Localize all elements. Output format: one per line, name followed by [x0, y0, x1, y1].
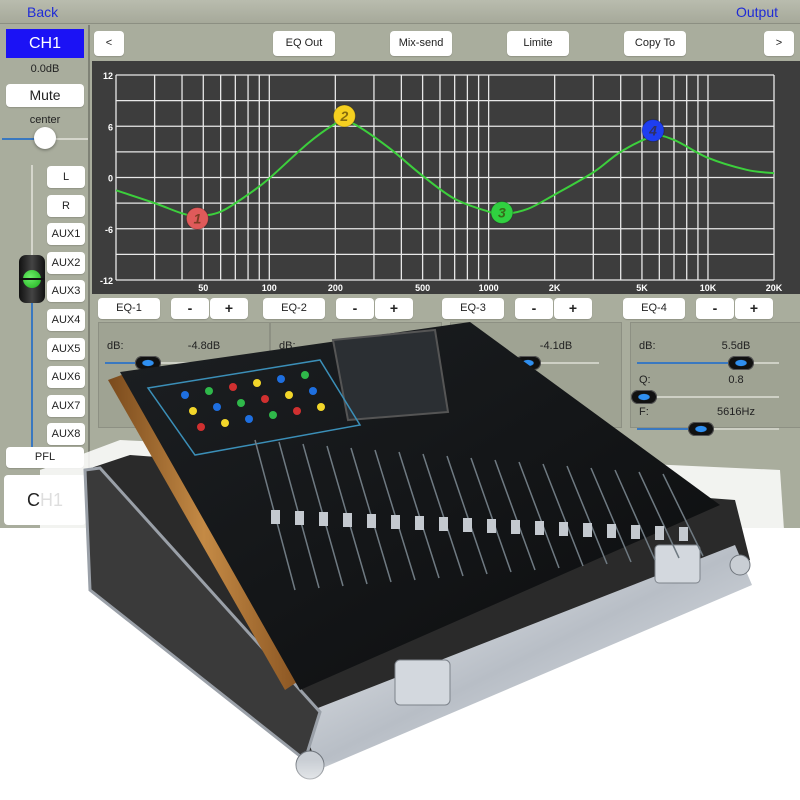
console-fader-cap: [679, 527, 688, 541]
case-corner: [729, 554, 751, 576]
console-knob: [205, 387, 213, 395]
console-knob: [253, 379, 261, 387]
console-knob: [245, 415, 253, 423]
console-knob: [181, 391, 189, 399]
photo-fade: [0, 760, 800, 800]
console-fader-cap: [415, 516, 424, 530]
console-fader-cap: [631, 525, 640, 539]
console-knob: [229, 383, 237, 391]
latch-left: [394, 659, 451, 706]
console-knob: [293, 407, 301, 415]
console-knob: [213, 403, 221, 411]
console-fader-cap: [655, 526, 664, 540]
console-fader-cap: [439, 517, 448, 531]
console-knob: [277, 375, 285, 383]
console-knob: [261, 395, 269, 403]
console-fader-cap: [295, 511, 304, 525]
console-fader-cap: [271, 510, 280, 524]
console-knob: [269, 411, 277, 419]
console-knob: [197, 423, 205, 431]
latch-right: [654, 544, 701, 584]
mixer-photo: [0, 322, 800, 800]
console-knob: [285, 391, 293, 399]
console-fader-cap: [559, 522, 568, 536]
console-knob: [221, 419, 229, 427]
console-fader-cap: [463, 518, 472, 532]
console-knob: [317, 403, 325, 411]
console-knob: [309, 387, 317, 395]
console-fader-cap: [367, 514, 376, 528]
console-fader-cap: [343, 513, 352, 527]
console-fader-cap: [319, 512, 328, 526]
console-touchscreen: [331, 328, 450, 422]
console-knob: [301, 371, 309, 379]
console-knob: [189, 407, 197, 415]
console-fader-cap: [487, 519, 496, 533]
console-fader-cap: [607, 524, 616, 538]
console-fader-cap: [391, 515, 400, 529]
console-fader-cap: [511, 520, 520, 534]
console-fader-cap: [583, 523, 592, 537]
console-knob: [237, 399, 245, 407]
console-fader-cap: [535, 521, 544, 535]
